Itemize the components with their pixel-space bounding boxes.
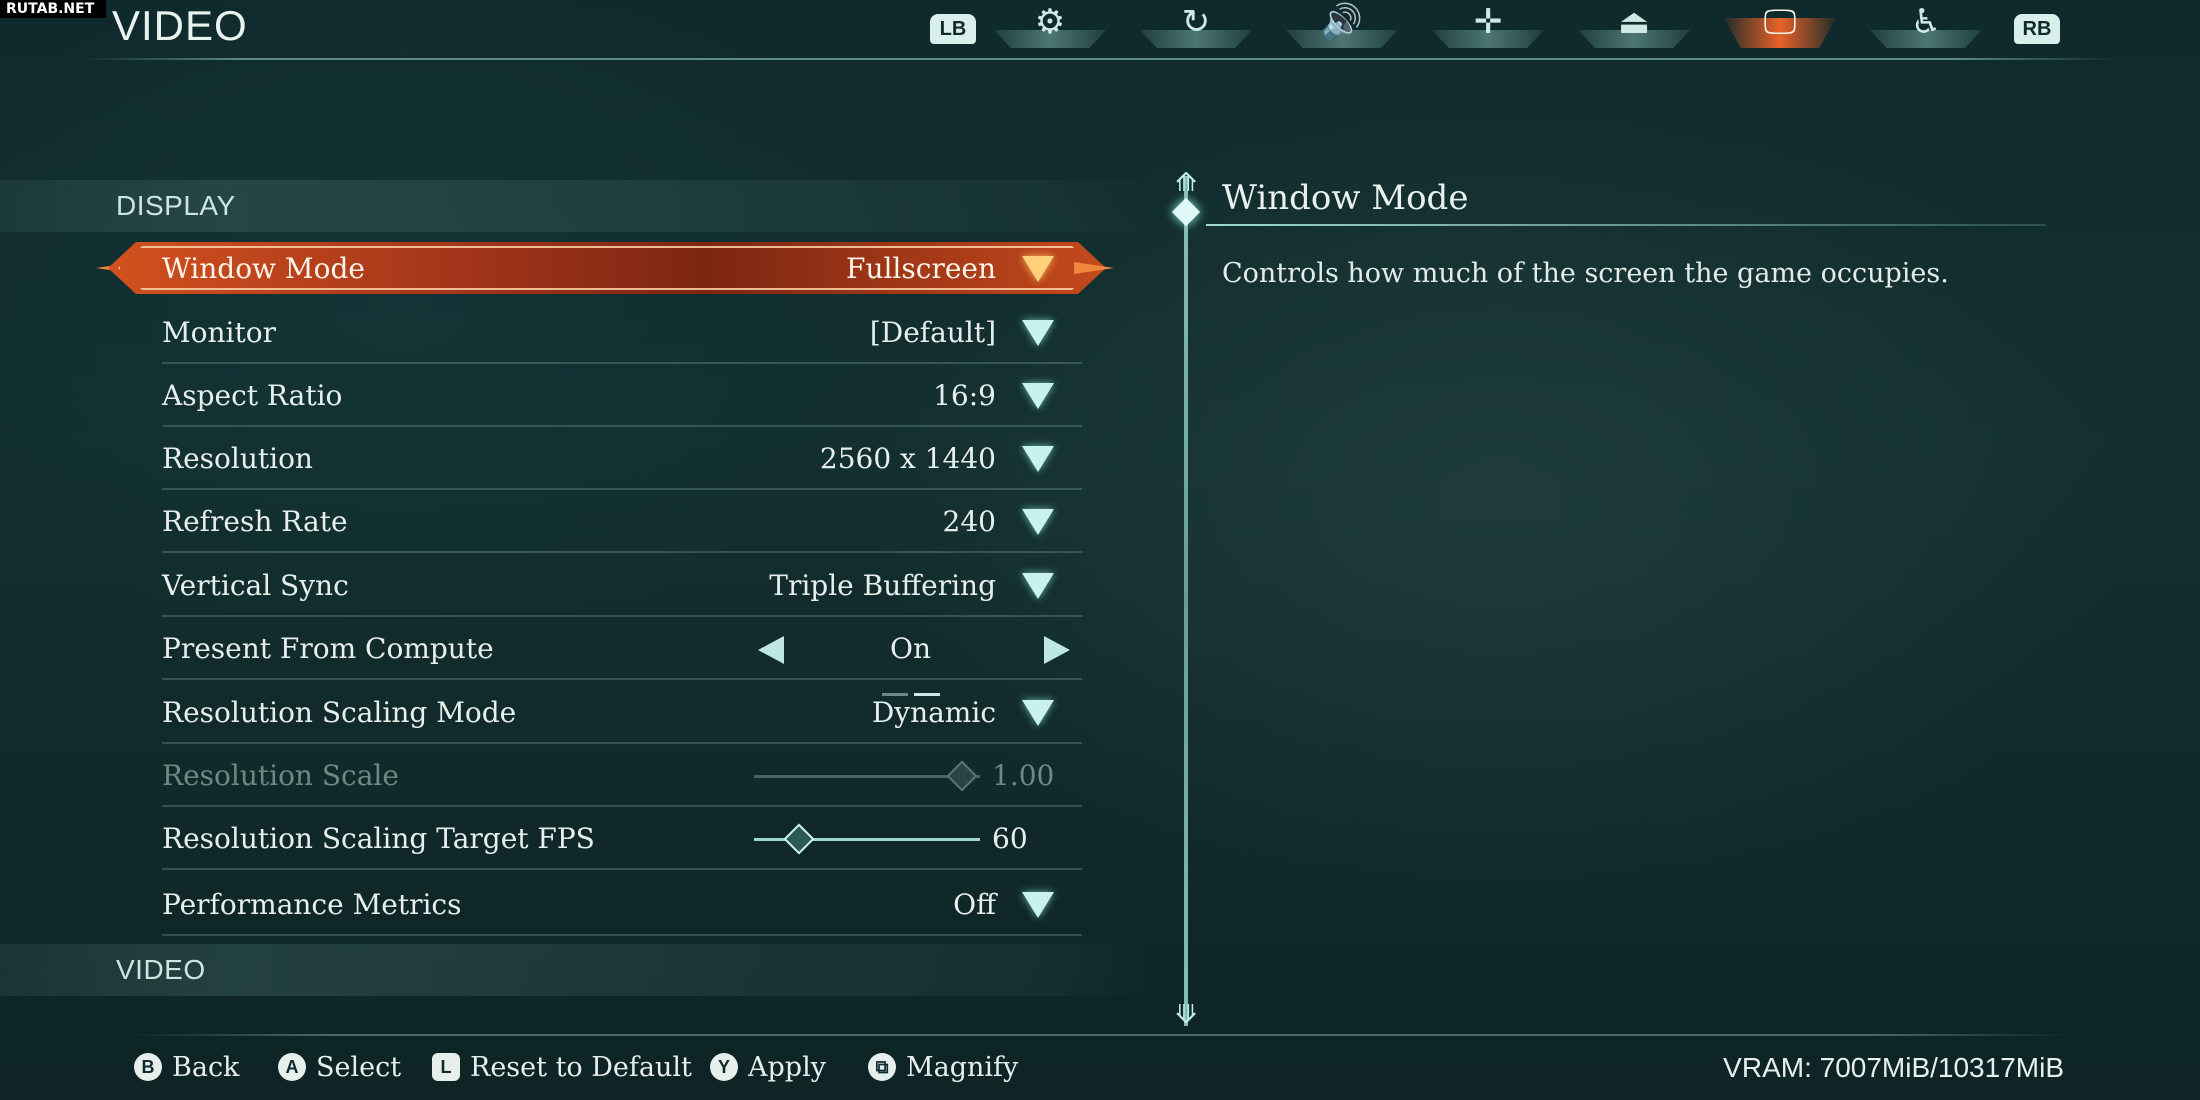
controller-swirl-icon: ↻ — [1181, 2, 1211, 42]
setting-label: Resolution Scaling Target FPS — [162, 822, 595, 855]
tab-controls[interactable]: ↻ — [1140, 0, 1252, 50]
hint-label: Select — [316, 1052, 402, 1083]
dropdown-arrow-icon[interactable] — [1022, 573, 1054, 599]
setting-label: Present From Compute — [162, 632, 494, 665]
setting-label: Resolution — [162, 442, 313, 475]
setting-label: Resolution Scaling Mode — [162, 696, 517, 729]
setting-value: Off — [953, 888, 996, 921]
arrow-left-icon[interactable] — [758, 636, 784, 664]
move-cross-icon: ✛ — [1473, 2, 1503, 42]
divider-ornament-top-icon: ⟰ — [1175, 168, 1197, 198]
detail-title: Window Mode — [1222, 178, 1469, 218]
setting-label: Resolution Scale — [162, 759, 399, 792]
hint-select[interactable]: A Select — [278, 1052, 401, 1083]
setting-row-present-from-compute[interactable]: Present From Compute On — [162, 618, 1082, 696]
bottom-rule — [130, 1034, 2070, 1036]
slider-value: 1.00 — [992, 759, 1055, 792]
joystick-icon: ⏏ — [1617, 2, 1651, 42]
divider-ornament-bottom-icon: ⟱ — [1175, 1000, 1197, 1030]
setting-value: 2560 x 1440 — [819, 442, 996, 475]
panel-divider — [1184, 176, 1188, 1026]
slider-handle — [946, 760, 978, 792]
setting-value: 16:9 — [933, 379, 996, 412]
divider-diamond-icon — [1171, 197, 1201, 227]
tab-audio[interactable]: 🔊 — [1286, 0, 1398, 50]
tab-video[interactable]: 🖵 — [1724, 0, 1836, 50]
dropdown-arrow-icon[interactable] — [1022, 383, 1054, 409]
category-tabbar: LB ⚙ ↻ 🔊 ✛ ⏏ 🖵 ♿ RB — [930, 0, 2060, 56]
toggle-value: On — [890, 632, 931, 665]
view-button-icon: ⧉ — [868, 1053, 896, 1081]
setting-label: Window Mode — [162, 252, 365, 285]
setting-label: Monitor — [162, 316, 277, 349]
hint-label: Magnify — [906, 1052, 1019, 1083]
hint-label: Reset to Default — [470, 1052, 692, 1083]
hint-reset-default[interactable]: L Reset to Default — [432, 1052, 692, 1083]
setting-label: Vertical Sync — [162, 569, 349, 602]
monitor-icon: 🖵 — [1763, 2, 1797, 42]
b-button-icon: B — [134, 1053, 162, 1081]
rb-bumper-button[interactable]: RB — [2014, 14, 2060, 44]
setting-label: Aspect Ratio — [162, 379, 343, 412]
tab-accessibility[interactable]: ♿ — [1870, 0, 1982, 50]
hint-magnify[interactable]: ⧉ Magnify — [868, 1052, 1018, 1083]
setting-row-window-mode[interactable]: Window Mode Fullscreen — [162, 238, 1082, 300]
setting-row-vertical-sync[interactable]: Vertical Sync Triple Buffering — [162, 555, 1082, 617]
setting-row-resolution-scale: Resolution Scale 1.00 — [162, 745, 1082, 807]
setting-label: Refresh Rate — [162, 505, 348, 538]
setting-row-resolution-scaling-target-fps[interactable]: Resolution Scaling Target FPS 60 — [162, 808, 1082, 870]
slider-handle[interactable] — [783, 823, 815, 855]
setting-value: Fullscreen — [846, 252, 996, 285]
setting-row-resolution-scaling-mode[interactable]: Resolution Scaling Mode Dynamic — [162, 682, 1082, 744]
setting-row-resolution[interactable]: Resolution 2560 x 1440 — [162, 428, 1082, 490]
setting-row-performance-metrics[interactable]: Performance Metrics Off — [162, 874, 1082, 936]
arrow-right-icon[interactable] — [1044, 636, 1070, 664]
slider-value: 60 — [992, 822, 1028, 855]
hint-label: Back — [172, 1052, 240, 1083]
dropdown-arrow-icon[interactable] — [1022, 320, 1054, 346]
y-button-icon: Y — [710, 1053, 738, 1081]
setting-value: [Default] — [869, 316, 996, 349]
dropdown-arrow-icon[interactable] — [1022, 509, 1054, 535]
top-rule — [84, 58, 2116, 60]
setting-row-refresh-rate[interactable]: Refresh Rate 240 — [162, 491, 1082, 553]
lb-bumper-button[interactable]: LB — [930, 14, 976, 44]
watermark: RUTAB.NET — [0, 0, 106, 18]
speaker-icon: 🔊 — [1320, 2, 1364, 42]
page-title: VIDEO — [112, 2, 248, 49]
setting-value: 240 — [942, 505, 996, 538]
setting-row-aspect-ratio[interactable]: Aspect Ratio 16:9 — [162, 365, 1082, 427]
toggle-indicator — [882, 670, 946, 696]
dropdown-arrow-icon[interactable] — [1022, 892, 1054, 918]
vram-readout: VRAM: 7007MiB/10317MiB — [1723, 1052, 2064, 1083]
hint-back[interactable]: B Back — [134, 1052, 239, 1083]
l-stick-icon: L — [432, 1053, 460, 1081]
detail-rule — [1206, 224, 2046, 226]
section-header-display: DISPLAY — [0, 180, 1150, 232]
dropdown-arrow-icon[interactable] — [1022, 446, 1054, 472]
dropdown-arrow-icon[interactable] — [1022, 256, 1054, 282]
setting-label: Performance Metrics — [162, 888, 462, 921]
a-button-icon: A — [278, 1053, 306, 1081]
detail-description: Controls how much of the screen the game… — [1222, 258, 1949, 289]
hint-apply[interactable]: Y Apply — [710, 1052, 826, 1083]
setting-value: Triple Buffering — [769, 569, 996, 602]
dropdown-arrow-icon[interactable] — [1022, 700, 1054, 726]
section-header-video: VIDEO — [0, 944, 1150, 996]
accessibility-icon: ♿ — [1910, 2, 1942, 42]
tab-camera[interactable]: ✛ — [1432, 0, 1544, 50]
setting-row-monitor[interactable]: Monitor [Default] — [162, 302, 1082, 364]
gears-icon: ⚙ — [1034, 2, 1066, 42]
hint-label: Apply — [748, 1052, 826, 1083]
tab-input[interactable]: ⏏ — [1578, 0, 1690, 50]
tab-general[interactable]: ⚙ — [994, 0, 1106, 50]
setting-value: Dynamic — [871, 696, 996, 729]
